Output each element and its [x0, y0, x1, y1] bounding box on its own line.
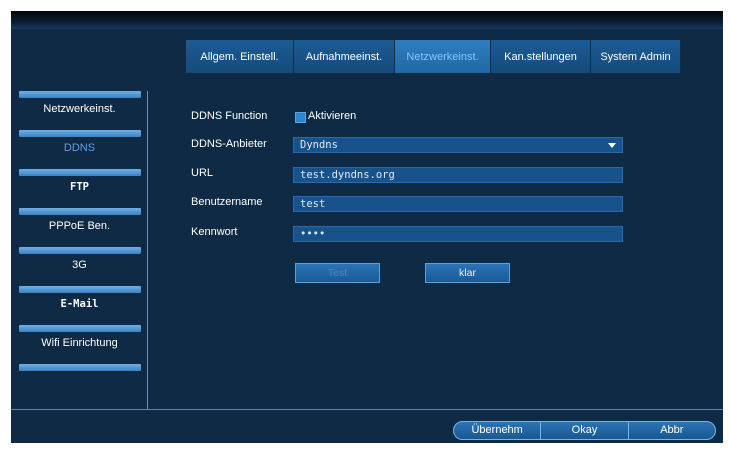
sidebar-item-label: E-Mail	[60, 298, 99, 310]
cancel-button[interactable]: Abbr	[629, 422, 715, 439]
sidebar-item-label: PPPoE Ben.	[48, 220, 111, 232]
tab-recording-settings[interactable]: Aufnahmeeinst.	[294, 40, 395, 73]
sidebar-item-label: FTP	[70, 181, 89, 193]
clear-button[interactable]: klar	[425, 263, 510, 283]
ddns-provider-value: Dyndns	[300, 139, 338, 151]
ddns-function-label: DDNS Function	[191, 110, 268, 122]
url-label: URL	[191, 167, 214, 179]
sidebar-bar	[19, 169, 141, 176]
chevron-down-icon	[608, 143, 616, 148]
sidebar-bar	[19, 208, 141, 215]
sidebar-item-pppoe[interactable]: PPPoE Ben.	[11, 208, 148, 245]
sidebar-bar	[19, 247, 141, 254]
apply-button[interactable]: Übernehm	[454, 422, 542, 439]
sidebar: Netzwerkeinst. DDNS FTP PPPoE Ben. 3G E-…	[11, 91, 148, 409]
ddns-provider-select[interactable]: Dyndns	[293, 137, 623, 153]
top-stripe	[11, 11, 723, 29]
sidebar-item-network-settings[interactable]: Netzwerkeinst.	[11, 91, 148, 128]
sidebar-item-wifi[interactable]: Wifi Einrichtung	[11, 325, 148, 362]
password-field[interactable]: ••••	[293, 226, 623, 242]
tab-general-settings[interactable]: Allgem. Einstell.	[186, 40, 294, 73]
sidebar-end	[11, 364, 148, 372]
sidebar-bar	[19, 286, 141, 293]
sidebar-bar	[19, 364, 141, 371]
footer-button-bar: Übernehm Okay Abbr	[453, 421, 716, 440]
okay-button[interactable]: Okay	[541, 422, 629, 439]
sidebar-bar	[19, 91, 141, 98]
tab-system-admin[interactable]: System Admin	[591, 40, 681, 73]
sidebar-bar	[19, 130, 141, 137]
sidebar-item-label: DDNS	[63, 142, 96, 154]
sidebar-item-ddns[interactable]: DDNS	[11, 130, 148, 167]
url-field[interactable]: test.dyndns.org	[293, 167, 623, 183]
sidebar-bar	[19, 325, 141, 332]
sidebar-item-ftp[interactable]: FTP	[11, 169, 148, 206]
username-label: Benutzername	[191, 196, 263, 208]
password-label: Kennwort	[191, 226, 238, 238]
settings-tabs: Allgem. Einstell. Aufnahmeeinst. Netzwer…	[186, 40, 681, 73]
bottom-divider	[11, 409, 723, 410]
tab-channel-settings[interactable]: Kan.stellungen	[491, 40, 591, 73]
sidebar-item-email[interactable]: E-Mail	[11, 286, 148, 323]
sidebar-item-3g[interactable]: 3G	[11, 247, 148, 284]
sidebar-item-label: 3G	[72, 259, 87, 271]
username-field[interactable]: test	[293, 196, 623, 212]
dvr-settings-screen: Allgem. Einstell. Aufnahmeeinst. Netzwer…	[11, 11, 723, 443]
ddns-provider-label: DDNS-Anbieter	[191, 138, 267, 150]
test-button[interactable]: Test	[295, 263, 380, 283]
tab-network-settings[interactable]: Netzwerkeinst.	[395, 40, 491, 73]
enable-ddns-label: Aktivieren	[308, 110, 357, 122]
sidebar-item-label: Netzwerkeinst.	[43, 103, 116, 115]
enable-ddns-checkbox[interactable]	[295, 112, 306, 123]
sidebar-item-label: Wifi Einrichtung	[41, 337, 118, 349]
